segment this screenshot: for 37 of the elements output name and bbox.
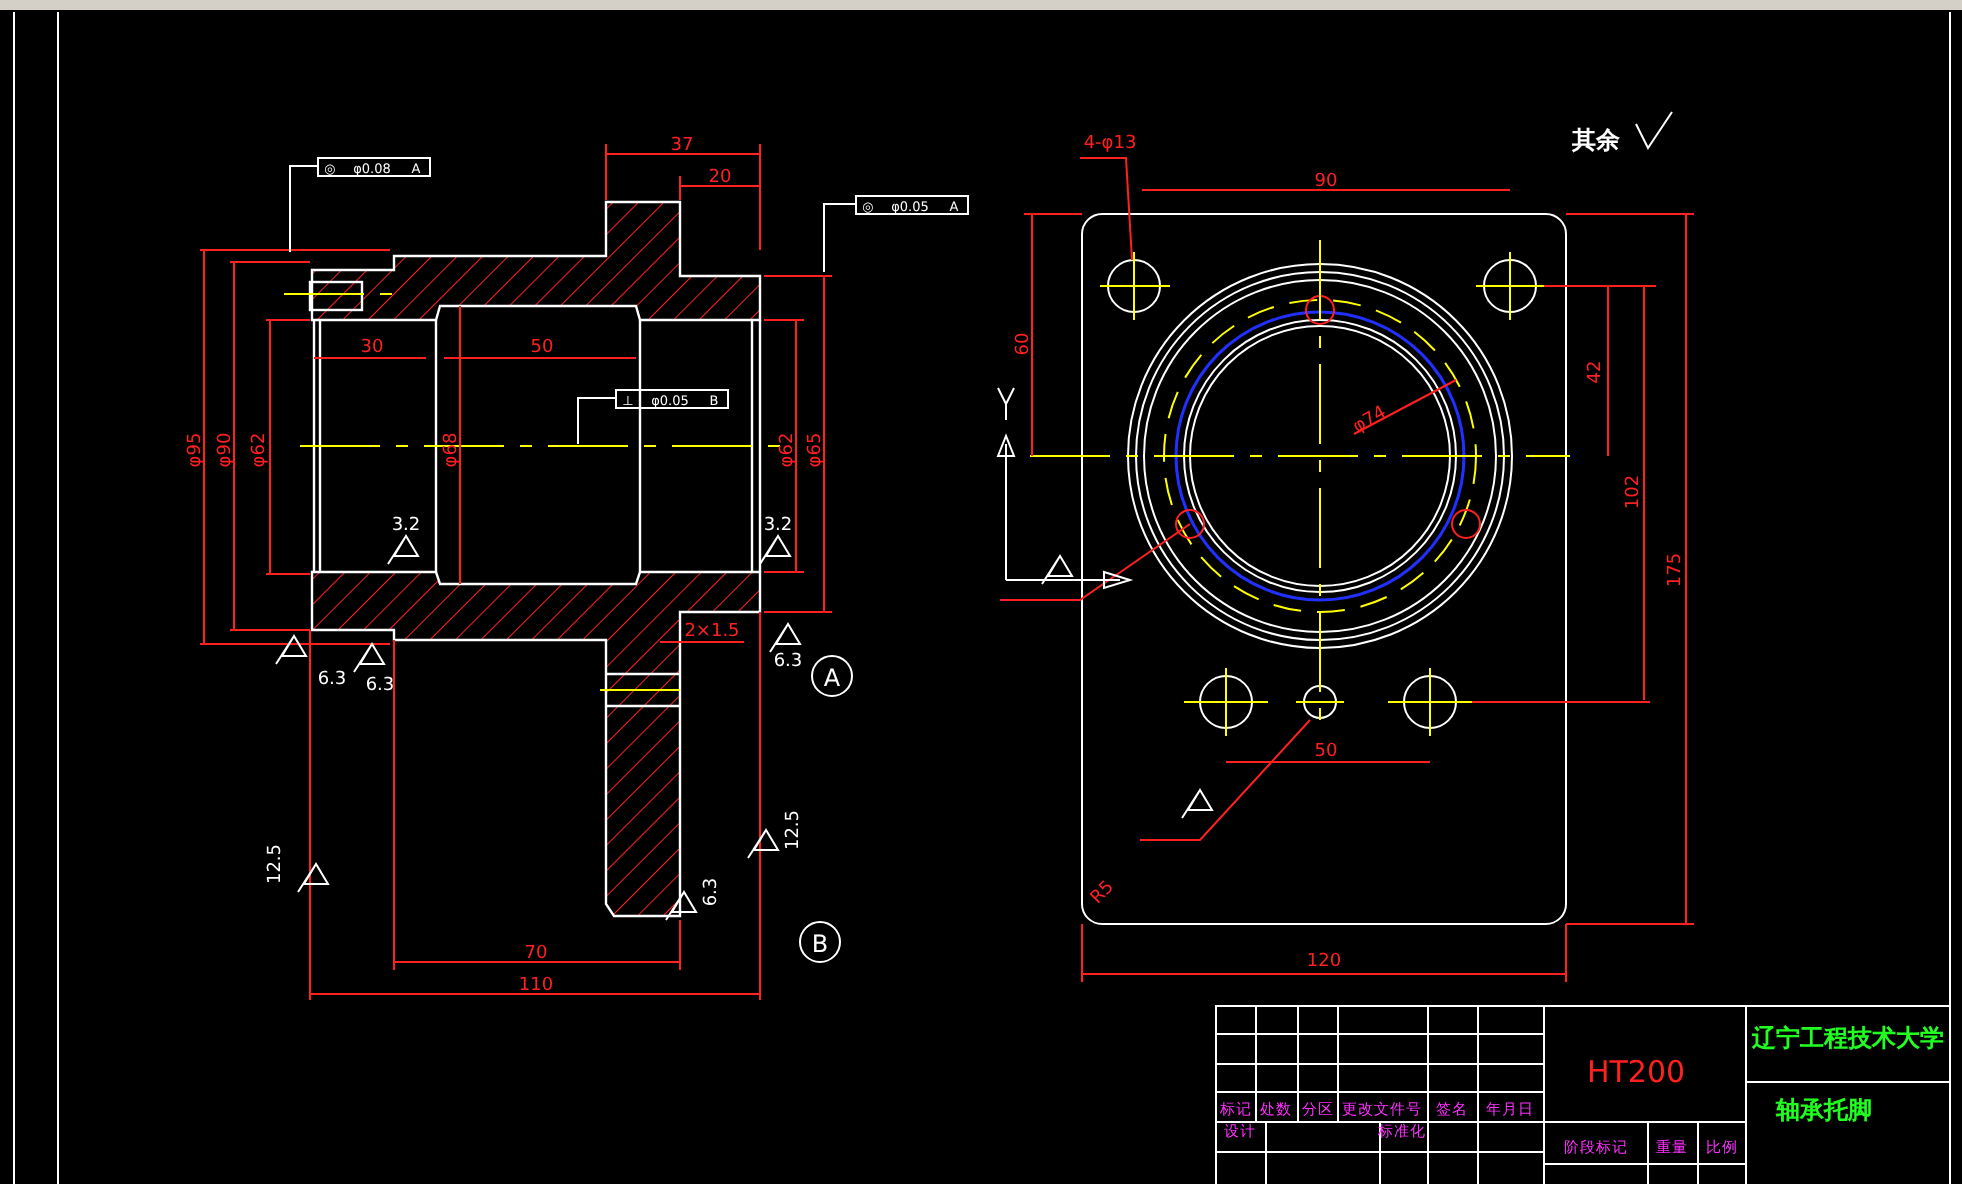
dimension-text: 2×1.5 — [684, 622, 740, 642]
dimension-text: 175 — [1666, 552, 1686, 588]
dimension-text: 42 — [1586, 360, 1606, 384]
dimension-text: 110 — [518, 976, 554, 996]
dimension-text: 50 — [530, 338, 554, 358]
roughness-value: 3.2 — [763, 516, 793, 536]
note-text: 其余 — [1572, 126, 1620, 154]
dimension-text: 4-φ13 — [1083, 134, 1137, 154]
datum-letter: A — [823, 664, 841, 692]
diameter-text: φ62 — [778, 432, 798, 468]
dimension-text: 70 — [524, 944, 548, 964]
dimension-text: R5 — [1087, 877, 1119, 909]
dimension-text: 37 — [670, 136, 694, 156]
diameter-text: φ65 — [806, 432, 826, 468]
roughness-value: 6.3 — [773, 652, 803, 672]
dimension-text: 102 — [1624, 474, 1644, 510]
school-name: 辽宁工程技术大学 — [1752, 1024, 1944, 1052]
datum-letter: B — [811, 930, 829, 958]
diameter-text: φ62 — [250, 432, 270, 468]
roughness-value: 6.3 — [702, 877, 722, 907]
dimension-text: 60 — [1014, 332, 1034, 356]
dimension-text: 50 — [1314, 742, 1338, 762]
dimension-text: 120 — [1306, 952, 1342, 972]
dimension-text: 30 — [360, 338, 384, 358]
dimension-text: 20 — [708, 168, 732, 188]
diameter-text: φ90 — [216, 432, 236, 468]
roughness-value: 3.2 — [391, 516, 421, 536]
roughness-value: 12.5 — [266, 843, 286, 885]
roughness-value: 6.3 — [365, 676, 395, 696]
material-text: HT200 — [1586, 1054, 1686, 1090]
dimension-text: φ74 — [1349, 403, 1391, 438]
diameter-text: φ95 — [186, 432, 206, 468]
diameter-text: φ68 — [442, 432, 462, 468]
roughness-value: 6.3 — [317, 670, 347, 690]
roughness-value: 12.5 — [784, 809, 804, 851]
part-name: 轴承托脚 — [1776, 1096, 1872, 1124]
dimension-text: 90 — [1314, 172, 1338, 192]
